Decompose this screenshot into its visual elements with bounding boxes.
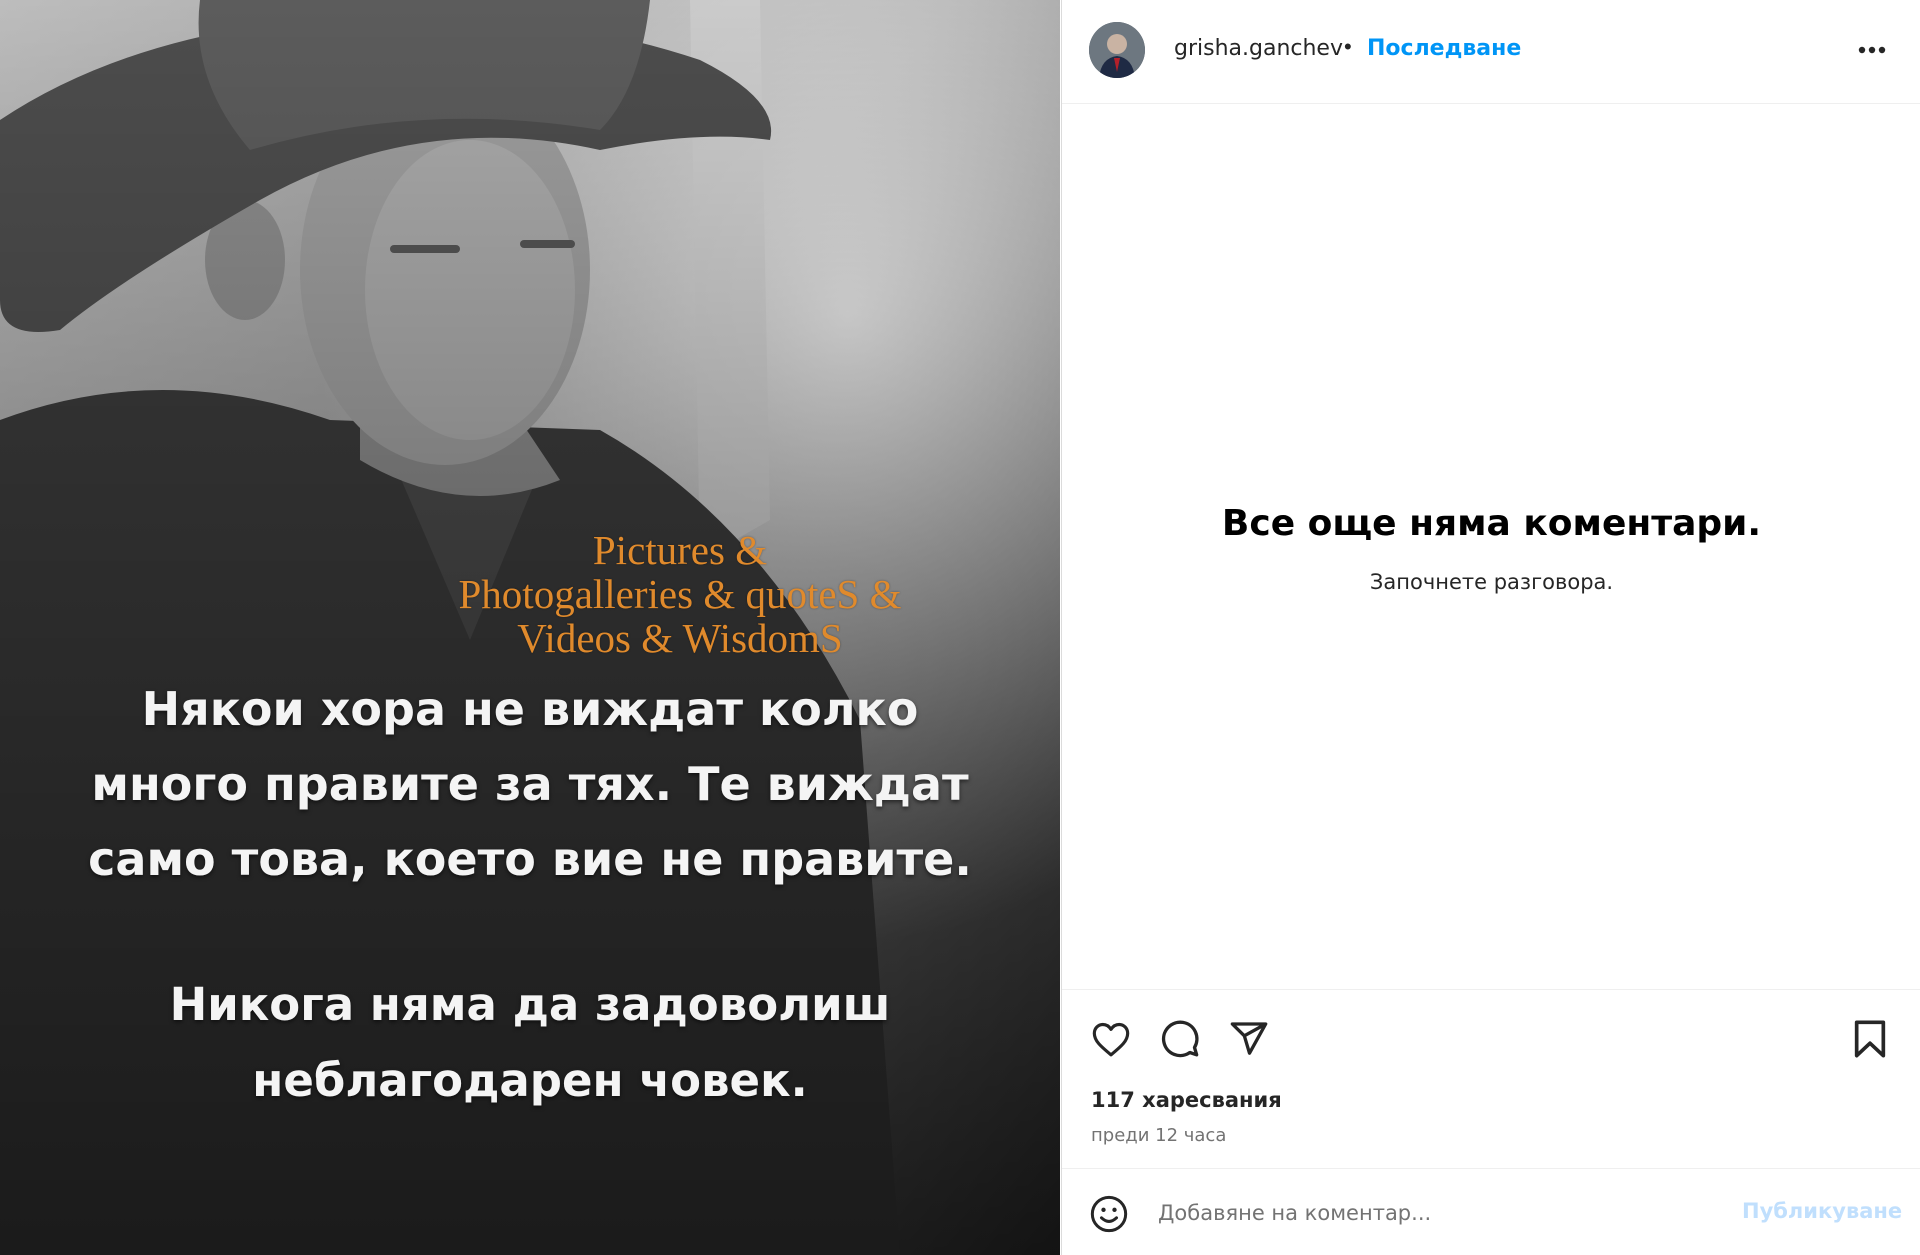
post-actions: 117 харесвания преди 12 часа bbox=[1062, 989, 1920, 1169]
quote-line: Някои хора не виждат колко bbox=[141, 682, 919, 736]
watermark-line: Photogalleries & quoteS & bbox=[458, 571, 902, 617]
share-icon bbox=[1230, 1022, 1268, 1055]
comment-input[interactable] bbox=[1158, 1191, 1718, 1235]
watermark-text: Pictures & Photogalleries & quoteS & Vid… bbox=[410, 528, 950, 660]
comment-button[interactable] bbox=[1157, 1016, 1203, 1062]
quote-line: много правите за тях. Те виждат bbox=[91, 757, 969, 811]
quote-block-1: Някои хора не виждат колко много правите… bbox=[0, 672, 1060, 897]
comments-area: Все още няма коментари. Започнете разгов… bbox=[1062, 105, 1920, 990]
watermark-line: Videos & WisdomS bbox=[517, 615, 843, 661]
bookmark-icon bbox=[1854, 1020, 1886, 1058]
avatar[interactable] bbox=[1089, 22, 1145, 78]
comment-composer: Публикуване bbox=[1062, 1168, 1920, 1255]
more-options-button[interactable] bbox=[1852, 30, 1892, 70]
like-button[interactable] bbox=[1088, 1016, 1134, 1062]
watermark-line: Pictures & bbox=[592, 527, 768, 573]
more-horizontal-icon bbox=[1858, 46, 1886, 54]
follow-button[interactable]: Последване bbox=[1367, 36, 1521, 61]
quote-block-2: Никога няма да задоволиш неблагодарен чо… bbox=[0, 967, 1060, 1119]
separator-dot: • bbox=[1344, 34, 1352, 59]
publish-button[interactable]: Публикуване bbox=[1742, 1199, 1902, 1223]
quote-line: само това, което вие не правите. bbox=[88, 832, 972, 886]
emoji-button[interactable] bbox=[1088, 1193, 1130, 1235]
save-button[interactable] bbox=[1847, 1016, 1893, 1062]
quote-line: неблагодарен човек. bbox=[252, 1054, 808, 1107]
emoji-icon bbox=[1090, 1195, 1128, 1233]
username-link[interactable]: grisha.ganchev bbox=[1174, 36, 1343, 61]
no-comments-subtitle: Започнете разговора. bbox=[1369, 570, 1614, 594]
quote-line: Никога няма да задоволиш bbox=[169, 978, 891, 1031]
no-comments-title: Все още няма коментари. bbox=[1221, 503, 1762, 544]
avatar-image bbox=[1089, 22, 1145, 78]
likes-count[interactable]: 117 харесвания bbox=[1091, 1088, 1282, 1112]
post-timestamp[interactable]: преди 12 часа bbox=[1091, 1125, 1226, 1146]
comment-icon bbox=[1161, 1020, 1199, 1058]
post-header: grisha.ganchev • Последване bbox=[1062, 0, 1920, 104]
post-sidebar: grisha.ganchev • Последване Все още няма… bbox=[1061, 0, 1920, 1255]
heart-icon bbox=[1092, 1022, 1130, 1057]
post-image[interactable]: Pictures & Photogalleries & quoteS & Vid… bbox=[0, 0, 1060, 1255]
share-button[interactable] bbox=[1226, 1016, 1272, 1062]
